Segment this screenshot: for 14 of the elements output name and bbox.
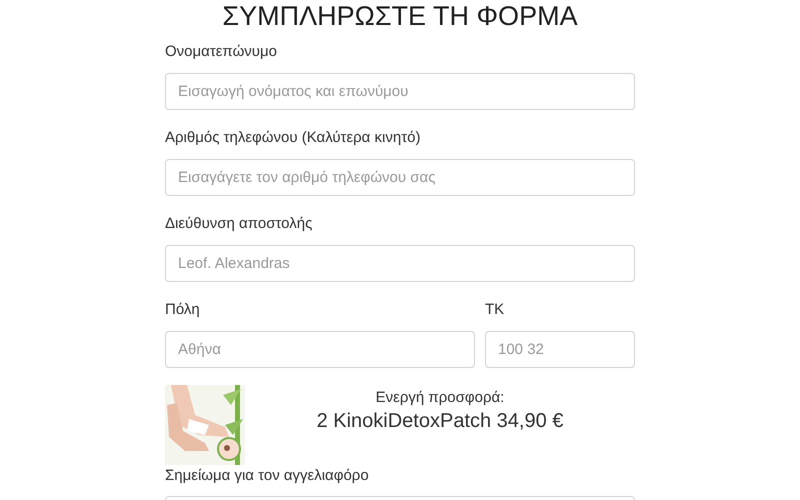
input-field[interactable]: 100 32 bbox=[485, 331, 635, 368]
field-label: Ονοματεπώνυμο bbox=[165, 42, 278, 62]
field-label: ΤΚ bbox=[485, 300, 506, 320]
form-title: ΣΥΜΠΛΗΡΩΣΤΕ ΤΗ ΦΟΡΜΑ bbox=[221, 0, 579, 33]
field-label: Πόλη bbox=[165, 300, 201, 320]
offer-product: 2 KinokiDetoxPatch 34,90 € bbox=[316, 409, 564, 433]
field-label: Διεύθυνση αποστολής bbox=[165, 214, 314, 234]
input-field[interactable]: Αθήνα bbox=[165, 331, 475, 368]
input-field[interactable]: Εισαγωγή ονόματος και επωνύμου bbox=[165, 73, 635, 110]
field-label: Σημείωμα για τον αγγελιαφόρο bbox=[165, 466, 370, 486]
offer-label: Ενεργή προσφορά: bbox=[376, 388, 504, 408]
field-label: Αριθμός τηλεφώνου (Καλύτερα κινητό) bbox=[165, 128, 422, 148]
input-field[interactable]: Leof. Alexandras bbox=[165, 245, 635, 282]
input-field[interactable]: Εισαγάγετε τον αριθμό τηλεφώνου σας bbox=[165, 159, 635, 196]
